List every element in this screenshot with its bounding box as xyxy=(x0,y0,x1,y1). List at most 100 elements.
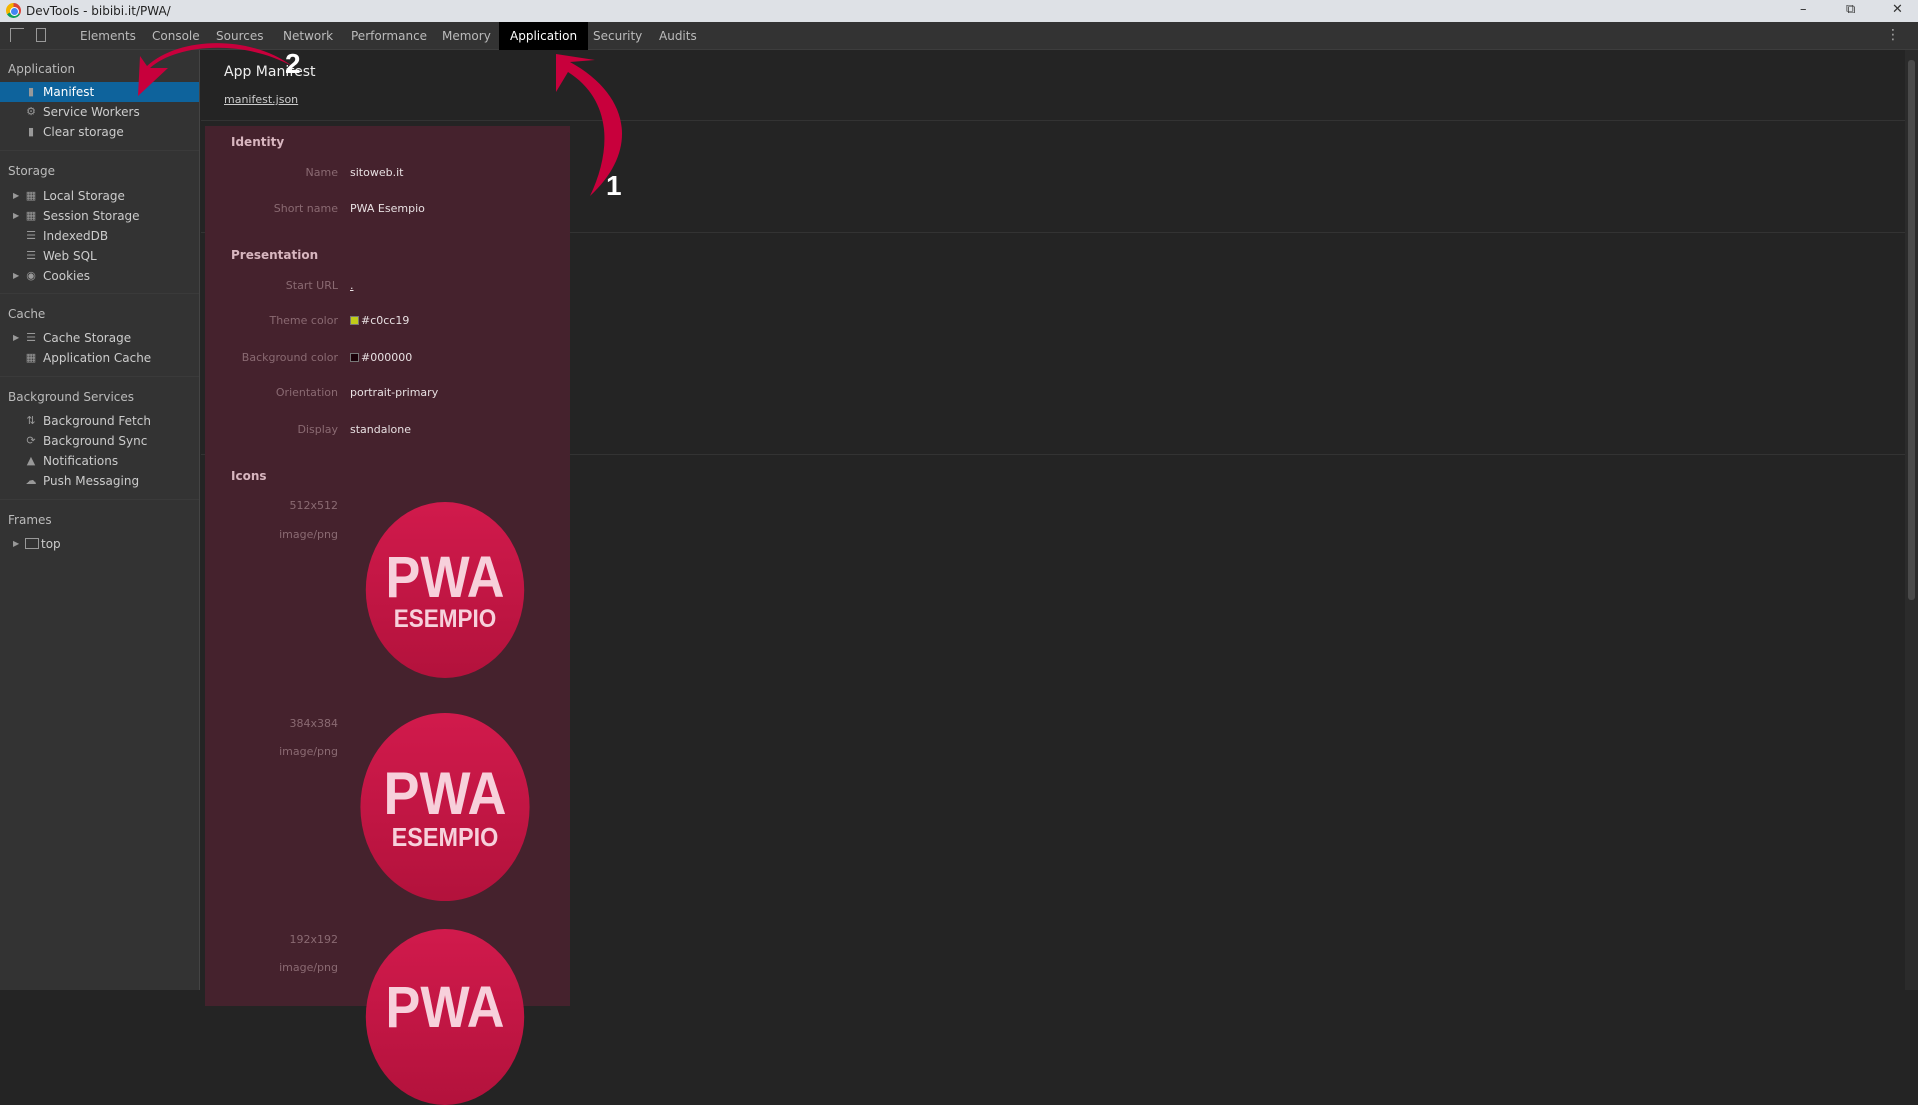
field-label: Short name xyxy=(273,202,338,215)
sidebar-item-background-fetch[interactable]: ⇅ Background Fetch xyxy=(0,411,199,431)
icon-type: image/png xyxy=(279,528,338,541)
sidebar-item-background-sync[interactable]: ⟳ Background Sync xyxy=(0,431,199,451)
sidebar-item-notifications[interactable]: ▲ Notifications xyxy=(0,451,199,471)
more-options-icon[interactable]: ⋮ xyxy=(1886,27,1900,43)
sync-icon: ⟳ xyxy=(26,434,36,447)
up-down-arrows-icon: ⇅ xyxy=(26,414,36,427)
annotation-label-1: 1 xyxy=(606,170,622,201)
window-title: DevTools - bibibi.it/PWA/ xyxy=(26,4,171,18)
tab-security[interactable]: Security xyxy=(582,22,653,50)
sidebar-item-top-frame[interactable]: ▶ top xyxy=(0,534,199,554)
frame-icon xyxy=(25,538,39,549)
theme-color-swatch xyxy=(350,316,359,325)
divider xyxy=(0,499,199,500)
field-label: Background color xyxy=(241,351,338,364)
sidebar-item-clear-storage[interactable]: ▮ Clear storage xyxy=(0,122,199,142)
field-label: Orientation xyxy=(275,386,338,399)
manifest-details-panel: Identity Name sitoweb.it Short name PWA … xyxy=(205,126,570,1105)
gear-icon: ⚙ xyxy=(26,105,36,118)
sidebar-item-service-workers[interactable]: ⚙ Service Workers xyxy=(0,102,199,122)
divider xyxy=(0,376,199,377)
field-label: Theme color xyxy=(269,314,338,327)
scrollbar-thumb[interactable] xyxy=(1908,60,1915,600)
cloud-icon: ☁ xyxy=(25,474,37,487)
manifest-link[interactable]: manifest.json xyxy=(224,93,298,106)
display-value: standalone xyxy=(350,423,412,436)
tab-application[interactable]: Application xyxy=(499,22,589,50)
sidebar: Application ▮ Manifest ⚙ Service Workers ▮… xyxy=(0,50,200,990)
grid-icon: ▦ xyxy=(25,189,37,202)
sidebar-item-web-sql[interactable]: ☰ Web SQL xyxy=(0,246,199,266)
sidebar-item-indexeddb[interactable]: ☰ IndexedDB xyxy=(0,226,199,246)
background-color-swatch xyxy=(350,353,359,362)
scrollbar[interactable] xyxy=(1905,50,1918,990)
pwa-icon-384: PWA ESEMPIO xyxy=(360,713,530,901)
expand-arrow-icon[interactable]: ▶ xyxy=(13,534,19,554)
devtools-tabbar: Elements Console Sources Network Perform… xyxy=(0,22,1918,50)
sidebar-item-application-cache[interactable]: ▦ Application Cache xyxy=(0,348,199,368)
sidebar-header-cache: Cache xyxy=(8,307,46,321)
expand-arrow-icon[interactable]: ▶ xyxy=(13,266,19,286)
device-toolbar-icon[interactable] xyxy=(36,28,46,42)
field-label: Display xyxy=(297,423,338,436)
icon-size: 384x384 xyxy=(289,717,338,730)
section-presentation: Presentation xyxy=(231,248,319,262)
sidebar-item-cookies[interactable]: ▶ ◉ Cookies xyxy=(0,266,199,286)
restore-icon[interactable]: ⧉ xyxy=(1846,2,1855,17)
sidebar-item-local-storage[interactable]: ▶ ▦ Local Storage xyxy=(0,186,199,206)
close-icon[interactable]: ✕ xyxy=(1892,2,1903,17)
pwa-icon-512: PWA ESEMPIO xyxy=(365,502,525,678)
icon-size: 512x512 xyxy=(289,499,338,512)
sidebar-header-storage: Storage xyxy=(8,164,55,178)
tab-memory[interactable]: Memory xyxy=(431,22,502,50)
short-name-value: PWA Esempio xyxy=(350,202,425,215)
divider xyxy=(201,120,1905,121)
section-identity: Identity xyxy=(231,135,285,149)
icon-size: 192x192 xyxy=(289,933,338,946)
tab-console[interactable]: Console xyxy=(141,22,211,50)
sidebar-item-session-storage[interactable]: ▶ ▦ Session Storage xyxy=(0,206,199,226)
expand-arrow-icon[interactable]: ▶ xyxy=(13,328,19,348)
database-icon: ☰ xyxy=(26,331,36,344)
tab-elements[interactable]: Elements xyxy=(69,22,147,50)
orientation-value: portrait-primary xyxy=(350,386,439,399)
sidebar-header-background-services: Background Services xyxy=(8,390,135,404)
expand-arrow-icon[interactable]: ▶ xyxy=(13,186,19,206)
annotation-label-2: 2 xyxy=(285,48,301,79)
section-icons: Icons xyxy=(231,469,267,483)
cookie-icon: ◉ xyxy=(26,269,36,282)
file-icon: ▮ xyxy=(27,85,35,98)
field-label: Start URL xyxy=(285,279,338,292)
grid-icon: ▦ xyxy=(25,209,37,222)
sidebar-header-application: Application xyxy=(8,62,76,76)
chrome-logo-icon xyxy=(6,3,21,18)
icon-type: image/png xyxy=(279,961,338,974)
manifest-view: App Manifest manifest.json Identity Name… xyxy=(201,50,1905,1105)
start-url-value[interactable]: . xyxy=(350,279,354,292)
sidebar-item-push-messaging[interactable]: ☁ Push Messaging xyxy=(0,471,199,491)
tab-network[interactable]: Network xyxy=(272,22,344,50)
sidebar-header-frames: Frames xyxy=(8,513,52,527)
grid-icon: ▦ xyxy=(25,351,37,364)
theme-color-value: #c0cc19 xyxy=(361,314,410,327)
name-value: sitoweb.it xyxy=(350,166,404,179)
divider xyxy=(0,150,199,151)
window-titlebar: DevTools - bibibi.it/PWA/ – ⧉ ✕ xyxy=(0,0,1918,22)
tab-audits[interactable]: Audits xyxy=(648,22,708,50)
trash-icon: ▮ xyxy=(27,125,35,138)
expand-arrow-icon[interactable]: ▶ xyxy=(13,206,19,226)
field-label: Name xyxy=(305,166,338,179)
inspect-element-icon[interactable] xyxy=(10,28,24,42)
icon-type: image/png xyxy=(279,745,338,758)
tab-performance[interactable]: Performance xyxy=(340,22,438,50)
database-icon: ☰ xyxy=(26,249,36,262)
pwa-icon-192: PWA xyxy=(365,929,525,1105)
page-title: App Manifest xyxy=(224,64,316,80)
database-icon: ☰ xyxy=(26,229,36,242)
tab-sources[interactable]: Sources xyxy=(205,22,274,50)
minimize-icon[interactable]: – xyxy=(1800,2,1807,17)
background-color-value: #000000 xyxy=(361,351,413,364)
sidebar-item-manifest[interactable]: ▮ Manifest xyxy=(0,82,199,102)
sidebar-item-cache-storage[interactable]: ▶ ☰ Cache Storage xyxy=(0,328,199,348)
divider xyxy=(0,293,199,294)
